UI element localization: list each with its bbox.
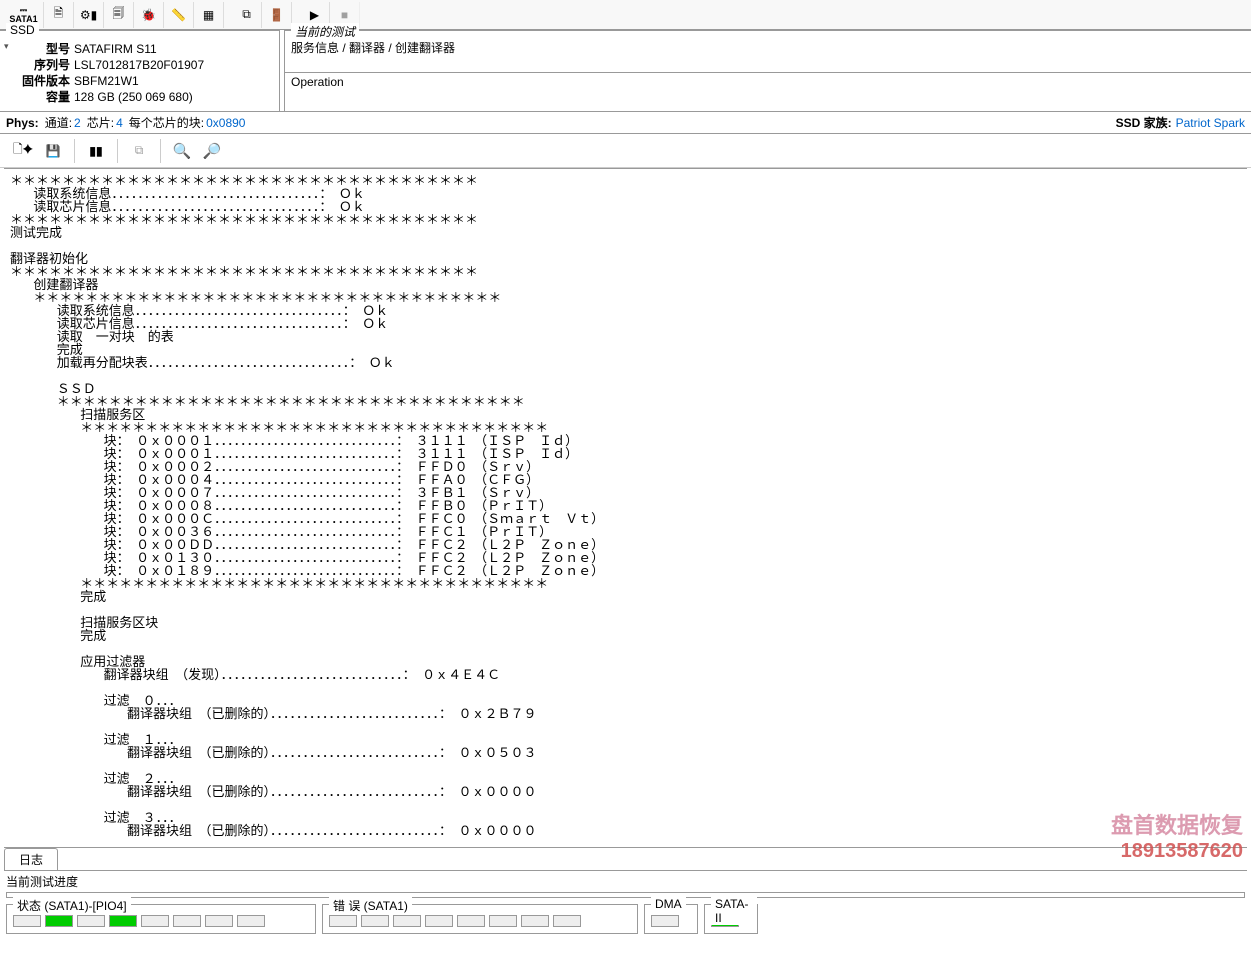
status-block [141,915,169,927]
toolbar-btn-6[interactable]: ▦ [194,2,224,28]
error-block [361,915,389,927]
chip-value: 4 [116,116,123,130]
status-block [45,915,73,927]
main-toolbar: ⎓ SATA1 🗎 ⚙▮ 🗐 🐞 📏 ▦ ⧉ 🚪 ▶ ■ [0,0,1251,30]
expand-arrow-icon[interactable]: ▾ [4,41,9,52]
status-footer: 状态 (SATA1)-[PIO4] 错 误 (SATA1) DMA [0,902,1251,936]
current-test-panel: 当前的测试 服务信息 / 翻译器 / 创建翻译器 [284,30,1251,72]
dma-title: DMA [651,897,686,911]
toolbar-btn-2[interactable]: ⚙▮ [74,2,104,28]
status-block [13,915,41,927]
new-doc-icon: 🗋✦ [13,140,33,161]
watermark-line1: 盘首数据恢复 [1111,808,1243,840]
dma-block [651,915,679,927]
measure-icon: 📏 [171,8,186,22]
phys-label: Phys: [6,116,39,130]
status-block [109,915,137,927]
firmware-label: 固件版本 [8,73,74,89]
find-next-button[interactable]: 🔎 [197,137,227,165]
play-icon: ▶ [310,8,319,22]
tab-log[interactable]: 日志 [4,848,58,870]
ssd-family-value: Patriot Spark [1176,116,1245,130]
toolbar-btn-3[interactable]: 🗐 [104,2,134,28]
errors-title: 错 误 (SATA1) [329,897,412,914]
toolbar-btn-7[interactable]: ⧉ [232,2,262,28]
model-value: SATAFIRM S11 [74,41,271,57]
status-block [77,915,105,927]
status-title: 状态 (SATA1)-[PIO4] [13,897,131,914]
error-block [521,915,549,927]
toolbar-btn-1[interactable]: 🗎 [44,2,74,28]
phys-info-line: Phys: 通道: 2 芯片: 4 每个芯片的块: 0x0890 SSD 家族:… [0,112,1251,134]
error-block [329,915,357,927]
error-block [393,915,421,927]
bug-icon: 🐞 [141,8,156,22]
channel-label: 通道: [45,114,72,131]
firmware-row: 固件版本 SBFM21W1 [8,73,271,89]
ssd-panel: SSD ▾ 型号 SATAFIRM S11 序列号 LSL7012817B20F… [0,30,280,111]
copy2-button[interactable]: ⧉ [124,137,154,165]
errors-group: 错 误 (SATA1) [322,904,638,934]
chip-label: 芯片: [87,114,114,131]
binoculars-icon: 🔍 [173,142,192,160]
exit-icon: 🚪 [269,8,284,22]
status-block [205,915,233,927]
error-block [553,915,581,927]
error-block [489,915,517,927]
watermark-line2: 18913587620 [1111,840,1243,863]
copy-icon: ⧉ [242,7,251,22]
log-tabs: 日志 [4,848,1247,871]
serial-value: LSL7012817B20F01907 [74,57,271,73]
capacity-row: 容量 128 GB (250 069 680) [8,89,271,105]
status-group: 状态 (SATA1)-[PIO4] [6,904,316,934]
document-icon: 🗎 [54,4,64,25]
ssd-family-label: SSD 家族: [1116,114,1172,131]
firmware-value: SBFM21W1 [74,73,271,89]
ssd-panel-title: SSD [6,23,39,37]
log-toolbar: 🗋✦ 💾 ▮▮ ⧉ 🔍 🔎 [0,134,1251,168]
capacity-label: 容量 [8,89,74,105]
current-test-title: 当前的测试 [291,23,359,40]
error-block [457,915,485,927]
save-icon: 💾 [46,144,61,158]
log-output[interactable]: ＊＊＊＊＊＊＊＊＊＊＊＊＊＊＊＊＊＊＊＊＊＊＊＊＊＊＊＊＊＊＊＊＊＊＊＊ 读取系… [4,168,1247,848]
channel-value: 2 [74,116,81,130]
binoculars-next-icon: 🔎 [203,142,222,160]
grid-icon: ▦ [203,8,214,22]
serial-row: 序列号 LSL7012817B20F01907 [8,57,271,73]
log-text: ＊＊＊＊＊＊＊＊＊＊＊＊＊＊＊＊＊＊＊＊＊＊＊＊＊＊＊＊＊＊＊＊＊＊＊＊ 读取系… [10,174,604,839]
toolbar-btn-8[interactable]: 🚪 [262,2,292,28]
pause-icon: ▮▮ [89,144,102,158]
copy2-icon: ⧉ [135,143,144,158]
error-block [425,915,453,927]
toolbar-btn-5[interactable]: 📏 [164,2,194,28]
progress-label: 当前测试进度 [0,871,1251,892]
save-button[interactable]: 💾 [38,137,68,165]
capacity-value: 128 GB (250 069 680) [74,89,271,105]
new-doc-button[interactable]: 🗋✦ [8,137,38,165]
serial-label: 序列号 [8,57,74,73]
status-block [173,915,201,927]
model-row: 型号 SATAFIRM S11 [8,41,271,57]
dma-group: DMA [644,904,698,934]
status-block [237,915,265,927]
perchip-value: 0x0890 [206,116,245,130]
watermark: 盘首数据恢复 18913587620 [1111,808,1243,863]
sata2-title: SATA-II [711,897,757,925]
progress-bar [6,892,1245,898]
stop-icon: ■ [341,8,348,22]
pause-button[interactable]: ▮▮ [81,137,111,165]
perchip-label: 每个芯片的块: [129,114,204,131]
toolbar-btn-4[interactable]: 🐞 [134,2,164,28]
sata2-group: SATA-II [704,904,758,934]
current-test-content: 服务信息 / 翻译器 / 创建翻译器 [291,39,1245,56]
operation-panel: Operation [284,72,1251,111]
copy-doc-icon: 🗐 [113,4,125,25]
chip-gear-icon: ⚙▮ [80,8,97,22]
model-label: 型号 [8,41,74,57]
operation-label: Operation [291,75,344,89]
find-button[interactable]: 🔍 [167,137,197,165]
info-header: SSD ▾ 型号 SATAFIRM S11 序列号 LSL7012817B20F… [0,30,1251,112]
